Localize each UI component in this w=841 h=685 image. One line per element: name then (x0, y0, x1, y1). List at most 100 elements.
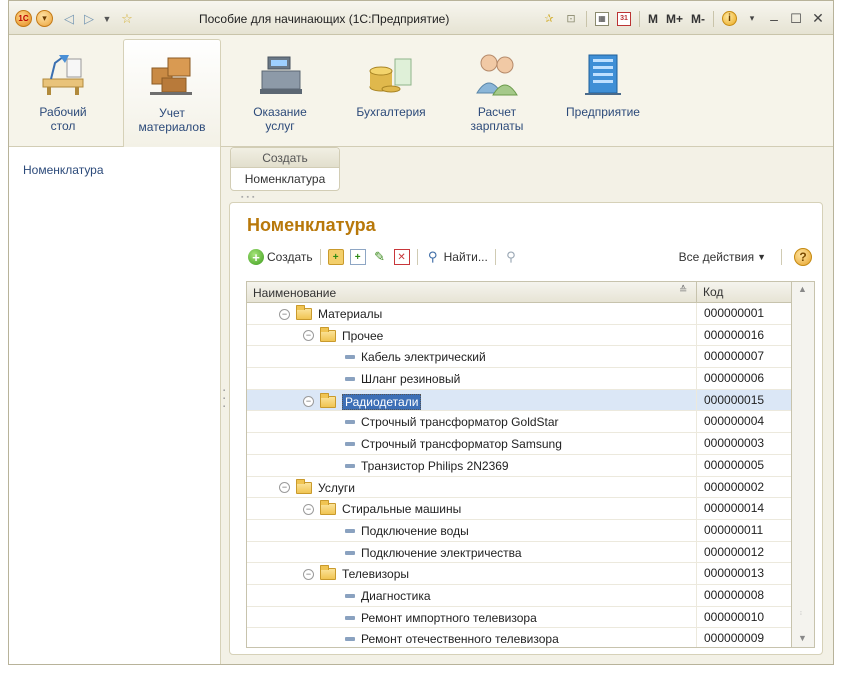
minimize-icon[interactable]: – (767, 11, 781, 27)
table-row[interactable]: Строчный трансформатор GoldStar 000000004 (247, 411, 814, 434)
collapse-toggle-icon[interactable]: − (303, 568, 314, 580)
table-row[interactable]: − Прочее 000000016 (247, 324, 814, 347)
table-row[interactable]: Кабель электрический 000000007 (247, 346, 814, 369)
row-code: 000000003 (696, 433, 792, 454)
calculator-icon[interactable]: ▦ (594, 11, 609, 26)
row-name-cell: Транзистор Philips 2N2369 (345, 459, 509, 473)
back-arrow-icon[interactable]: ◁ (61, 10, 77, 27)
row-name-cell: Шланг резиновый (345, 372, 460, 386)
row-name: Шланг резиновый (361, 372, 461, 387)
table-row[interactable]: Транзистор Philips 2N2369 000000005 (247, 454, 814, 477)
table-row[interactable]: − Радиодетали 000000015 (247, 389, 814, 412)
vertical-scrollbar[interactable]: ▲ ⁝ ▼ (791, 282, 814, 647)
section-materials[interactable]: Учет материалов (123, 39, 221, 147)
create-nomenclature-link[interactable]: Номенклатура (231, 168, 339, 190)
chevron-down-icon: ▼ (757, 252, 766, 262)
section-desktop[interactable]: Рабочий стол (17, 39, 109, 147)
calendar-icon[interactable]: 31 (616, 11, 631, 26)
scroll-up-icon[interactable]: ▲ (798, 284, 807, 294)
scroll-grip-icon[interactable]: ⁝ (800, 610, 802, 617)
info-icon[interactable]: i (722, 11, 737, 26)
document-copy-icon: + (349, 249, 366, 265)
logo-1c-icon[interactable]: 1С (15, 10, 32, 27)
scroll-down-icon[interactable]: ▼ (798, 633, 807, 643)
all-actions-menu[interactable]: Все действия ▼ (676, 247, 769, 267)
create-panel-header: Создать (231, 148, 339, 168)
pencil-icon: ✎ (374, 249, 386, 264)
maximize-icon[interactable]: ☐ (789, 11, 803, 26)
section-payroll[interactable]: Расчет зарплаты (453, 39, 541, 147)
separator (416, 249, 418, 265)
folder-icon (296, 478, 312, 494)
edit-button[interactable]: ✎ (369, 247, 391, 267)
row-name: Кабель электрический (361, 350, 486, 365)
delete-button[interactable]: ✕ (391, 247, 413, 267)
table-row[interactable]: − Материалы 000000001 (247, 303, 814, 325)
row-code: 000000009 (696, 628, 792, 647)
collapse-toggle-icon[interactable]: − (279, 308, 290, 320)
row-code: 000000008 (696, 584, 792, 606)
collapse-toggle-icon[interactable]: − (279, 482, 290, 493)
create-group-button[interactable]: + (325, 247, 347, 267)
forward-arrow-icon[interactable]: ▷ (81, 10, 97, 27)
find-button[interactable]: ⚲ Найти... (422, 247, 491, 267)
table-row[interactable]: Строчный трансформатор Samsung 000000003 (247, 433, 814, 455)
row-name-cell: − Стиральные машины (303, 500, 461, 516)
memory-plus-button[interactable]: M+ (666, 12, 683, 26)
plus-icon: + (248, 249, 264, 265)
collapse-toggle-icon[interactable]: − (303, 503, 314, 515)
create-button[interactable]: + Создать (245, 247, 316, 267)
column-header-code[interactable]: Код (696, 282, 792, 303)
memory-button[interactable]: M (648, 12, 658, 26)
section-enterprise[interactable]: Предприятие (555, 39, 651, 147)
history-dropdown-icon[interactable]: ▼ (101, 10, 113, 27)
separator (585, 10, 587, 27)
table-row[interactable]: − Стиральные машины 000000014 (247, 498, 814, 520)
row-code: 000000010 (696, 606, 792, 628)
table-row[interactable]: Диагностика 000000008 (247, 584, 814, 607)
main-menu-icon[interactable]: ▾ (36, 10, 53, 27)
copy-button[interactable]: + (347, 247, 369, 267)
panel-splitter[interactable]: ▪ ▪ ▪ (221, 147, 229, 664)
favorites-star-icon[interactable]: ☆ (119, 10, 135, 27)
title-bar: 1С ▾ ◁ ▷ ▼ ☆ Пособие для начинающих (1С:… (9, 1, 833, 35)
table-row[interactable]: Подключение электричества 000000012 (247, 541, 814, 564)
collapse-toggle-icon[interactable]: − (303, 330, 314, 342)
section-label: Расчет зарплаты (470, 105, 524, 133)
section-accounting[interactable]: Бухгалтерия (345, 39, 437, 147)
table-row[interactable]: − Телевизоры 000000013 (247, 563, 814, 585)
row-name: Строчный трансформатор Samsung (361, 437, 562, 452)
table-row[interactable]: Подключение воды 000000011 (247, 519, 814, 542)
people-icon (473, 49, 521, 97)
sort-icon[interactable]: ≙ (679, 285, 687, 296)
collapse-toggle-icon[interactable]: − (303, 396, 314, 408)
bookmarks-icon[interactable]: ⊡ (564, 12, 578, 26)
row-name-cell: Диагностика (345, 589, 431, 603)
section-services[interactable]: Оказание услуг (233, 39, 327, 147)
row-name-cell: − Прочее (303, 326, 384, 343)
table-row[interactable]: Шланг резиновый 000000006 (247, 368, 814, 390)
item-icon (345, 528, 355, 533)
row-code: 000000014 (696, 498, 792, 519)
column-header-name[interactable]: Наименование (253, 286, 336, 300)
table-row[interactable]: Ремонт отечественного телевизора 00000000… (247, 628, 814, 647)
add-favorite-icon[interactable]: ✰ (542, 12, 556, 26)
form-toolbar: + Создать + + ✎ ✕ ⚲ Найти... ⚲ Все дейст… (245, 246, 812, 268)
help-icon[interactable]: ? (794, 248, 812, 266)
table-row[interactable]: − Услуги 000000002 (247, 476, 814, 499)
row-name-cell: Кабель электрический (345, 350, 486, 364)
cancel-search-button[interactable]: ⚲ (500, 247, 522, 267)
row-name: Услуги (318, 480, 355, 495)
row-name: Прочее (342, 328, 384, 343)
nav-item-nomenclature[interactable]: Номенклатура (23, 163, 104, 177)
memory-minus-button[interactable]: M- (691, 12, 705, 26)
panel-grip-icon[interactable]: ▪▪▪ (241, 194, 257, 201)
nomenclature-table[interactable]: Наименование ≙ Код − Материалы 000000001− П… (246, 281, 815, 648)
info-dropdown-icon[interactable]: ▾ (745, 12, 759, 26)
item-icon (345, 463, 355, 468)
folder-icon (296, 305, 312, 320)
close-icon[interactable]: ✕ (811, 10, 825, 26)
folder-icon (320, 500, 336, 516)
row-name: Ремонт отечественного телевизора (361, 632, 559, 647)
table-row[interactable]: Ремонт импортного телевизора 000000010 (247, 606, 814, 629)
